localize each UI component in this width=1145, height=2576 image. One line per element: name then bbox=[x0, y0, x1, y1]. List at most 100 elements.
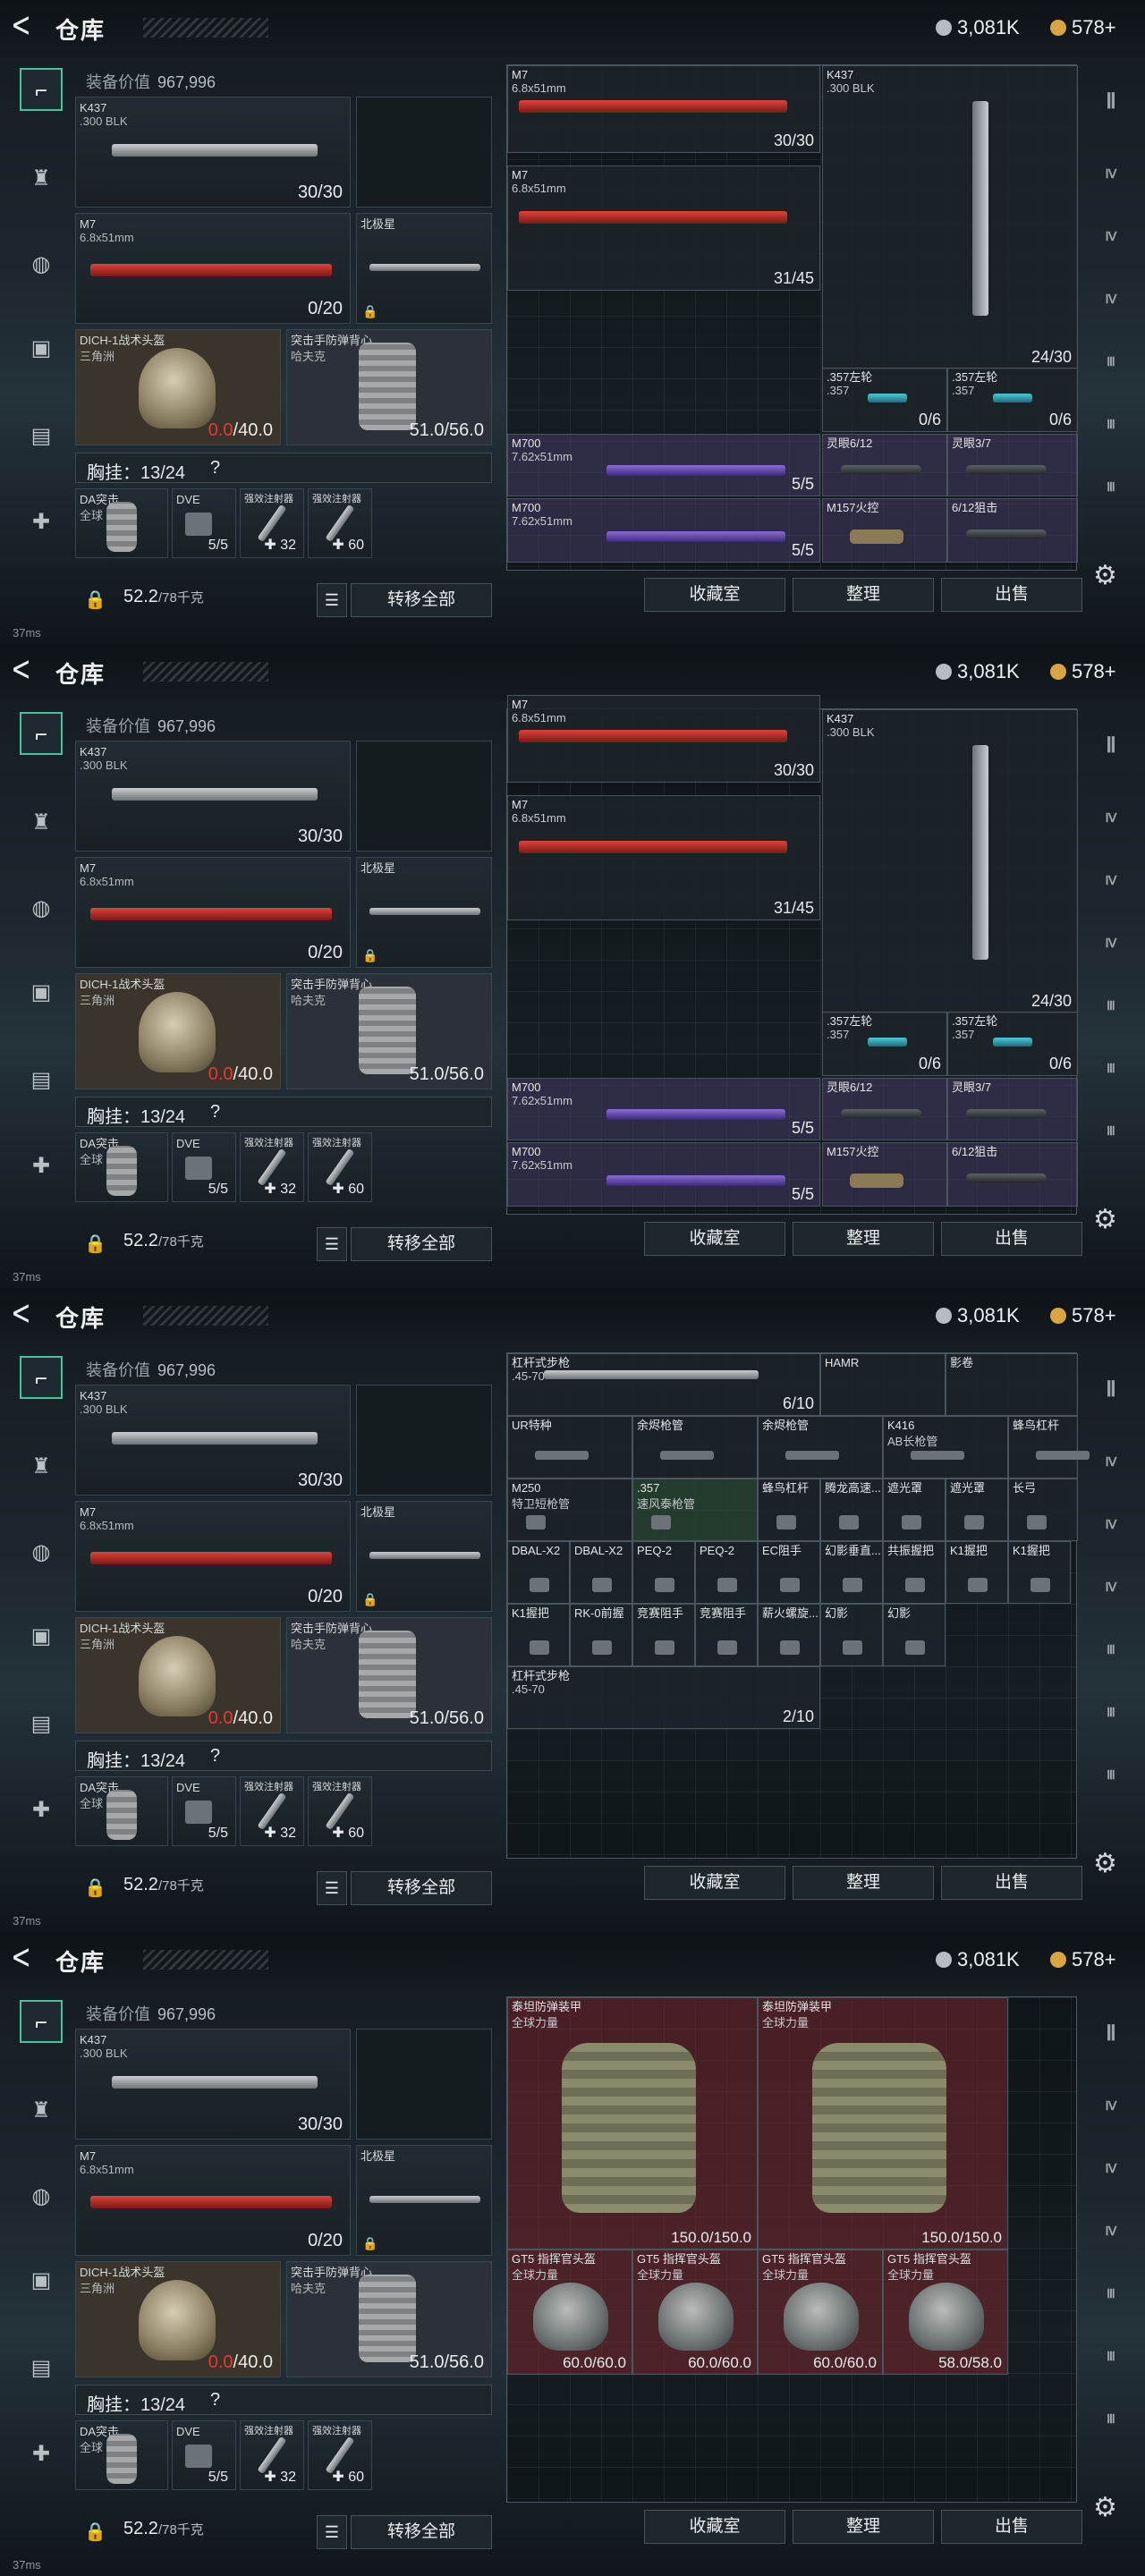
safe-icon[interactable]: Ⅱ bbox=[1090, 1370, 1132, 1410]
revolver[interactable]: .357左轮 .357 0/6 bbox=[822, 1012, 947, 1076]
secondary-weapon-slot[interactable]: M7 6.8x51mm 0/20 bbox=[75, 213, 351, 324]
chest-item[interactable]: 强效注射器 ✚ 60 bbox=[308, 1776, 372, 1846]
tier-icon[interactable]: Ⅲ bbox=[1090, 2336, 1132, 2376]
safe-icon[interactable]: Ⅱ bbox=[1090, 82, 1132, 122]
tier-icon[interactable]: Ⅲ bbox=[1090, 1692, 1132, 1732]
attachment-item[interactable]: PEQ-2 bbox=[632, 1541, 695, 1604]
sort-button[interactable]: 整理 bbox=[793, 578, 934, 612]
backpack-lock-icon[interactable]: 🔒 bbox=[84, 1877, 106, 1899]
silver-currency[interactable]: 3,081K bbox=[936, 1948, 1020, 1971]
chest-item[interactable]: DVE 5/5 bbox=[172, 488, 236, 558]
armor-icon[interactable]: ♜ bbox=[20, 157, 63, 200]
firecontrol-item[interactable]: M157火控 bbox=[822, 498, 947, 563]
revolver[interactable]: .357左轮 .357 0/6 bbox=[947, 368, 1078, 432]
attachment-item[interactable]: K1握把 bbox=[507, 1604, 570, 1666]
attachment-item[interactable]: 幻影垂直... bbox=[820, 1541, 883, 1604]
container-icon[interactable]: ▤ bbox=[20, 1059, 63, 1102]
container-icon[interactable]: ▤ bbox=[20, 2347, 63, 2390]
scope-item[interactable]: 灵眼3/7 bbox=[947, 1078, 1078, 1140]
chest-rig-bar[interactable]: 胸挂：13/24? bbox=[75, 1741, 492, 1771]
helmet-item[interactable]: GT5 指挥官头盔 全球力量 60.0/60.0 bbox=[758, 2250, 883, 2375]
attachment-item[interactable]: 遮光罩 bbox=[946, 1479, 1008, 1541]
sort-button[interactable]: 整理 bbox=[793, 1866, 934, 1900]
chest-item[interactable]: 强效注射器 ✚ 32 bbox=[240, 1776, 304, 1846]
primary-weapon-slot[interactable]: K437.300 BLK 30/30 bbox=[75, 97, 351, 208]
settings-gear-icon[interactable]: ⚙ bbox=[1093, 1848, 1117, 1879]
bag-icon[interactable]: ▣ bbox=[20, 2259, 63, 2302]
help-icon[interactable]: ? bbox=[210, 458, 220, 479]
tier-icon[interactable]: Ⅳ bbox=[1090, 2211, 1132, 2250]
sell-button[interactable]: 出售 bbox=[941, 1866, 1082, 1900]
list-icon[interactable]: ☰ bbox=[317, 1871, 347, 1905]
chest-item[interactable]: DA突击 全球 bbox=[75, 1776, 168, 1846]
helmet-item[interactable]: GT5 指挥官头盔 全球力量 60.0/60.0 bbox=[632, 2250, 758, 2375]
tier-icon[interactable]: Ⅳ bbox=[1090, 798, 1132, 837]
firecontrol-item[interactable]: M157火控 bbox=[822, 1142, 947, 1207]
safe-icon[interactable]: Ⅱ bbox=[1090, 726, 1132, 766]
attachment-item[interactable]: 余烬枪管 bbox=[758, 1416, 883, 1479]
backpack-icon[interactable]: ◍ bbox=[20, 2175, 63, 2218]
secondary-weapon-slot[interactable]: M7 6.8x51mm 0/20 bbox=[75, 857, 351, 968]
tier-icon[interactable]: Ⅳ bbox=[1090, 1567, 1132, 1606]
pistol-icon[interactable]: ⌐ bbox=[20, 68, 63, 111]
backpack-lock-icon[interactable]: 🔒 bbox=[84, 589, 106, 611]
sell-button[interactable]: 出售 bbox=[941, 2510, 1082, 2544]
scope-item[interactable]: 灵眼3/7 bbox=[947, 434, 1078, 496]
medkit-icon[interactable]: ✚ bbox=[20, 1145, 63, 1188]
weapon-m700[interactable]: M700 7.62x51mm 5/5 bbox=[507, 1078, 820, 1140]
chest-rig-bar[interactable]: 胸挂：13/24? bbox=[75, 453, 492, 483]
attachment-item[interactable]: 蜂鸟杠杆 bbox=[758, 1479, 820, 1541]
silver-currency[interactable]: 3,081K bbox=[936, 1304, 1020, 1327]
settings-gear-icon[interactable]: ⚙ bbox=[1093, 560, 1117, 591]
help-icon[interactable]: ? bbox=[210, 2390, 220, 2411]
weapon-m7[interactable]: M7 6.8x51mm 30/30 bbox=[507, 65, 820, 153]
weapon-k437[interactable]: K437.300 BLK 24/30 bbox=[822, 709, 1078, 1013]
armor-vest[interactable]: 泰坦防弹装甲 全球力量 150.0/150.0 bbox=[507, 1997, 758, 2250]
sort-button[interactable]: 整理 bbox=[793, 2510, 934, 2544]
weapon-m7[interactable]: M7 6.8x51mm 31/45 bbox=[507, 165, 820, 291]
secondary-weapon-slot[interactable]: M7 6.8x51mm 0/20 bbox=[75, 2145, 351, 2256]
collection-room-button[interactable]: 收藏室 bbox=[644, 578, 785, 612]
scope-item[interactable]: 灵眼6/12 bbox=[822, 434, 947, 496]
scope-item[interactable]: 6/12狙击 bbox=[947, 1142, 1078, 1207]
armor-slot[interactable]: 突击手防弹背心 哈夫克 51.0/56.0 bbox=[286, 1617, 492, 1733]
attachment-item[interactable]: K1握把 bbox=[1008, 1541, 1071, 1604]
tier-icon[interactable]: Ⅳ bbox=[1090, 2148, 1132, 2188]
silver-currency[interactable]: 3,081K bbox=[936, 16, 1020, 39]
chest-item[interactable]: 强效注射器 ✚ 60 bbox=[308, 488, 372, 558]
chest-item[interactable]: 强效注射器 ✚ 32 bbox=[240, 2420, 304, 2490]
melee-slot[interactable]: 北极星 🔒 bbox=[356, 1501, 492, 1612]
list-icon[interactable]: ☰ bbox=[317, 2515, 347, 2549]
tier-icon[interactable]: Ⅲ bbox=[1090, 1630, 1132, 1669]
chest-rig-bar[interactable]: 胸挂：13/24? bbox=[75, 1097, 492, 1127]
silver-currency[interactable]: 3,081K bbox=[936, 660, 1020, 683]
chest-item[interactable]: DVE 5/5 bbox=[172, 1132, 236, 1202]
weapon-k437[interactable]: K437.300 BLK 24/30 bbox=[822, 65, 1078, 369]
collection-room-button[interactable]: 收藏室 bbox=[644, 2510, 785, 2544]
tier-icon[interactable]: Ⅲ bbox=[1090, 1048, 1132, 1088]
medkit-icon[interactable]: ✚ bbox=[20, 2433, 63, 2476]
secondary-weapon-slot[interactable]: M7 6.8x51mm 0/20 bbox=[75, 1501, 351, 1612]
safe-icon[interactable]: Ⅱ bbox=[1090, 2014, 1132, 2054]
attachment-item[interactable]: 腾龙高速... bbox=[820, 1479, 883, 1541]
armor-slot[interactable]: 突击手防弹背心 哈夫克 51.0/56.0 bbox=[286, 973, 492, 1089]
attachment-item[interactable]: 薪火螺旋... bbox=[758, 1604, 820, 1666]
stock-item[interactable]: 影卷 bbox=[946, 1353, 1078, 1416]
tier-icon[interactable]: Ⅳ bbox=[1090, 216, 1132, 256]
bag-icon[interactable]: ▣ bbox=[20, 1615, 63, 1658]
backpack-icon[interactable]: ◍ bbox=[20, 243, 63, 286]
collection-room-button[interactable]: 收藏室 bbox=[644, 1222, 785, 1256]
medkit-icon[interactable]: ✚ bbox=[20, 501, 63, 544]
tier-icon[interactable]: Ⅲ bbox=[1090, 342, 1132, 381]
tier-icon[interactable]: Ⅲ bbox=[1090, 467, 1132, 506]
attachment-item[interactable]: 长弓 bbox=[1008, 1479, 1078, 1541]
attachment-item[interactable]: 竞赛阻手 bbox=[695, 1604, 758, 1666]
backpack-lock-icon[interactable]: 🔒 bbox=[84, 2521, 106, 2543]
attachment-item[interactable]: PEQ-2 bbox=[695, 1541, 758, 1604]
tier-icon[interactable]: Ⅲ bbox=[1090, 2274, 1132, 2313]
bag-icon[interactable]: ▣ bbox=[20, 327, 63, 370]
pistol-slot-empty[interactable] bbox=[356, 97, 492, 208]
list-icon[interactable]: ☰ bbox=[317, 1227, 347, 1261]
melee-slot[interactable]: 北极星 🔒 bbox=[356, 213, 492, 324]
settings-gear-icon[interactable]: ⚙ bbox=[1093, 2492, 1117, 2523]
